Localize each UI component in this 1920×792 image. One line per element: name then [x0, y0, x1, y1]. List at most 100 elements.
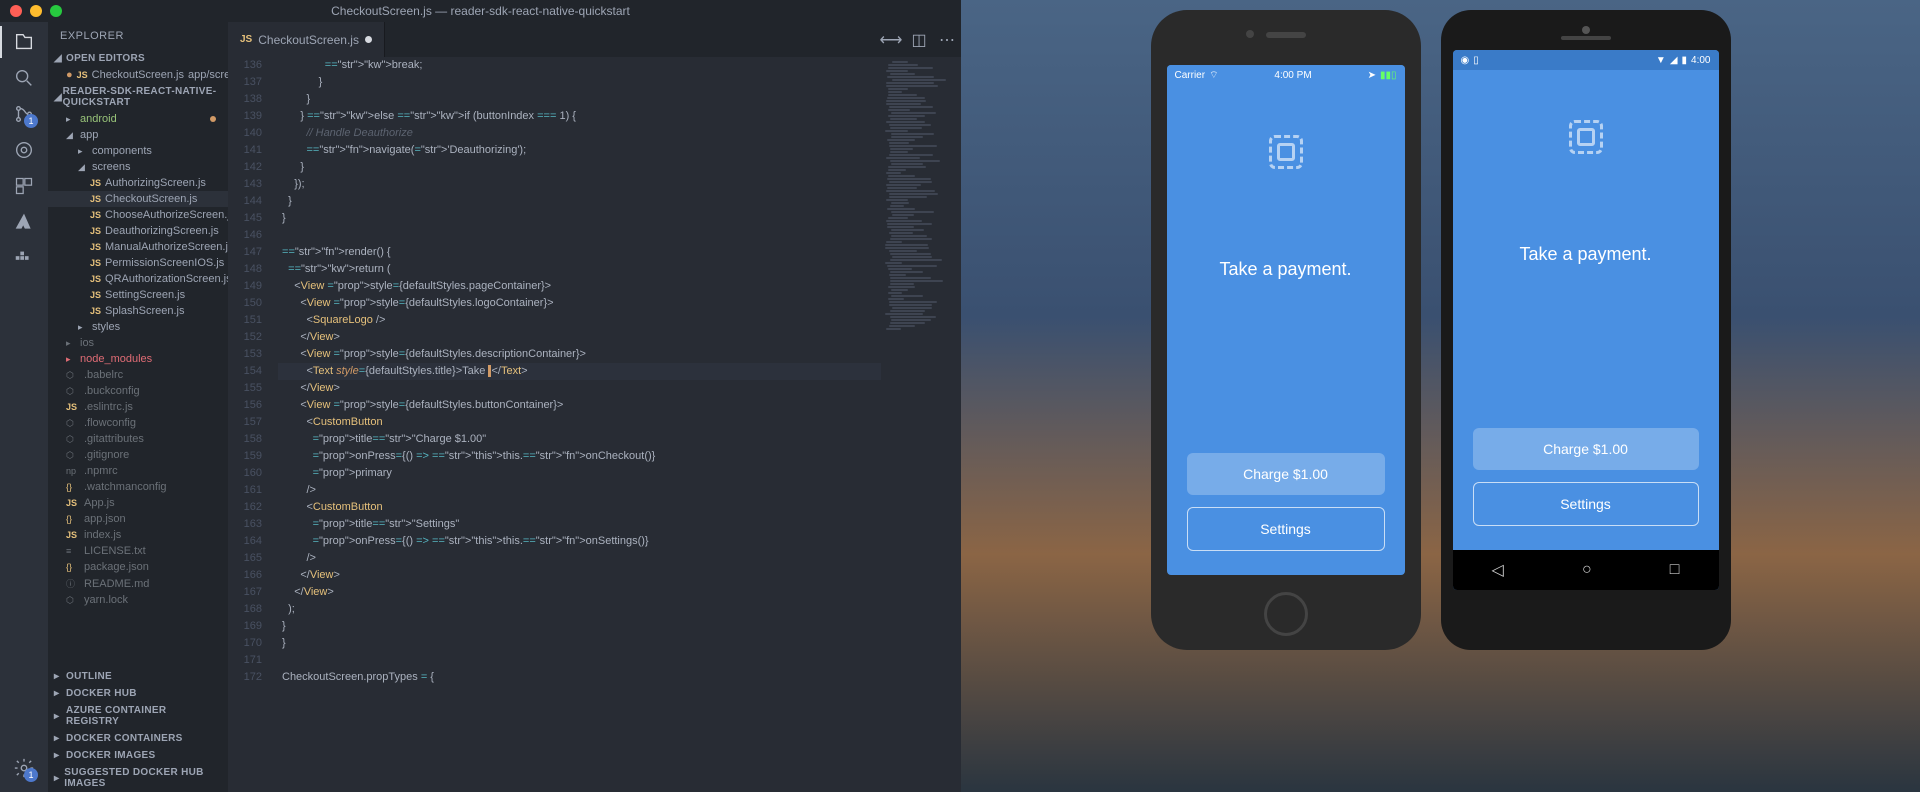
file-item[interactable]: ⬡yarn.lock — [48, 592, 228, 608]
folder-styles[interactable]: ▸styles — [48, 319, 228, 335]
activity-bar: 1 1 — [0, 22, 48, 792]
open-editor-item[interactable]: ●JSCheckoutScreen.js app/screens — [48, 67, 228, 83]
file-item[interactable]: ⬡.gitattributes — [48, 431, 228, 447]
debug-icon[interactable] — [12, 138, 36, 162]
file-item[interactable]: JSAuthorizingScreen.js — [48, 175, 228, 191]
location-icon: ➤ — [1368, 70, 1376, 81]
file-item[interactable]: JSindex.js — [48, 527, 228, 543]
folder-android[interactable]: ▸android — [48, 111, 228, 127]
android-home-icon[interactable]: ○ — [1582, 561, 1592, 579]
traffic-lights — [0, 5, 62, 17]
editor[interactable]: 1361371381391401411421431441451461471481… — [228, 57, 961, 792]
azure-icon[interactable] — [12, 210, 36, 234]
file-item[interactable]: {}package.json — [48, 559, 228, 575]
sidebar: EXPLORER ◢OPEN EDITORS ●JSCheckoutScreen… — [48, 22, 228, 792]
minimap[interactable] — [881, 57, 961, 792]
wifi-icon: ▼ — [1656, 55, 1666, 66]
titlebar: CheckoutScreen.js — reader-sdk-react-nat… — [0, 0, 961, 22]
close-icon[interactable] — [10, 5, 22, 17]
extensions-icon[interactable] — [12, 174, 36, 198]
file-item[interactable]: JSApp.js — [48, 495, 228, 511]
settings-gear-icon[interactable]: 1 — [12, 756, 36, 780]
folder-screens[interactable]: ◢screens — [48, 159, 228, 175]
wifi-icon: ⌔ — [1209, 69, 1218, 82]
ios-camera-icon — [1246, 30, 1254, 38]
explorer-icon[interactable] — [12, 30, 36, 54]
file-item[interactable]: np.npmrc — [48, 463, 228, 479]
file-item[interactable]: JSQRAuthorizationScreen.js — [48, 271, 228, 287]
file-item[interactable]: ⬡.gitignore — [48, 447, 228, 463]
file-item[interactable]: ⬡.buckconfig — [48, 383, 228, 399]
signal-icon: ◢ — [1670, 55, 1678, 66]
file-item[interactable]: JS.eslintrc.js — [48, 399, 228, 415]
charge-button[interactable]: Charge $1.00 — [1187, 453, 1385, 495]
ios-home-button[interactable] — [1264, 592, 1308, 636]
android-back-icon[interactable]: ◁ — [1492, 560, 1504, 580]
settings-button[interactable]: Settings — [1187, 507, 1385, 551]
open-preview-icon[interactable]: ⟷ — [877, 22, 905, 57]
folder-node-modules[interactable]: ▸node_modules — [48, 351, 228, 367]
ios-simulator: Carrier⌔ 4:00 PM ➤▮▮▯ Take a payment. Ch… — [1151, 10, 1421, 650]
debug-indicator-icon: ▯ — [1473, 55, 1479, 66]
tabs: JSCheckoutScreen.js ⟷ ◫ ⋯ — [228, 22, 961, 57]
android-status-bar: ◉▯ ▼◢▮4:00 — [1453, 50, 1719, 70]
search-icon[interactable] — [12, 66, 36, 90]
window-title: CheckoutScreen.js — reader-sdk-react-nat… — [331, 4, 630, 18]
notification-icon: ◉ — [1461, 55, 1470, 66]
file-item[interactable]: ⬡.babelrc — [48, 367, 228, 383]
docker-containers-header[interactable]: ▸DOCKER CONTAINERS — [48, 730, 228, 747]
source-control-icon[interactable]: 1 — [12, 102, 36, 126]
app-title: Take a payment. — [1219, 259, 1351, 453]
open-editors-header[interactable]: ◢OPEN EDITORS — [48, 50, 228, 67]
app-title: Take a payment. — [1519, 244, 1651, 428]
android-recents-icon[interactable]: □ — [1670, 561, 1680, 579]
folder-components[interactable]: ▸components — [48, 143, 228, 159]
project-header[interactable]: ◢READER-SDK-REACT-NATIVE-QUICKSTART — [48, 83, 228, 111]
charge-button[interactable]: Charge $1.00 — [1473, 428, 1699, 470]
split-editor-icon[interactable]: ◫ — [905, 22, 933, 57]
file-item[interactable]: JSPermissionScreenIOS.js — [48, 255, 228, 271]
settings-badge: 1 — [24, 768, 38, 782]
file-item[interactable]: ⓘREADME.md — [48, 575, 228, 592]
simulator-area: Carrier⌔ 4:00 PM ➤▮▮▯ Take a payment. Ch… — [961, 0, 1920, 792]
file-item[interactable]: ≡LICENSE.txt — [48, 543, 228, 559]
file-item[interactable]: JSCheckoutScreen.js — [48, 191, 228, 207]
azure-header[interactable]: ▸AZURE CONTAINER REGISTRY — [48, 702, 228, 730]
vscode-window: CheckoutScreen.js — reader-sdk-react-nat… — [0, 0, 961, 792]
docker-icon[interactable] — [12, 246, 36, 270]
ios-time: 4:00 PM — [1274, 70, 1311, 81]
file-item[interactable]: JSChooseAuthorizeScreen.js — [48, 207, 228, 223]
minimize-icon[interactable] — [30, 5, 42, 17]
scm-badge: 1 — [24, 114, 38, 128]
editor-area: JSCheckoutScreen.js ⟷ ◫ ⋯ 13613713813914… — [228, 22, 961, 792]
maximize-icon[interactable] — [50, 5, 62, 17]
file-item[interactable]: {}app.json — [48, 511, 228, 527]
file-item[interactable]: ⬡.flowconfig — [48, 415, 228, 431]
ios-screen[interactable]: Carrier⌔ 4:00 PM ➤▮▮▯ Take a payment. Ch… — [1167, 65, 1405, 575]
ios-status-bar: Carrier⌔ 4:00 PM ➤▮▮▯ — [1167, 65, 1405, 85]
file-item[interactable]: JSDeauthorizingScreen.js — [48, 223, 228, 239]
code-content[interactable]: =="str">"kw">break; } } } =="str">"kw">e… — [278, 57, 881, 792]
outline-header[interactable]: ▸OUTLINE — [48, 668, 228, 685]
file-item[interactable]: {}.watchmanconfig — [48, 479, 228, 495]
folder-app[interactable]: ◢app — [48, 127, 228, 143]
file-item[interactable]: JSManualAuthorizeScreen.js — [48, 239, 228, 255]
android-speaker-icon — [1561, 36, 1611, 40]
docker-images-header[interactable]: ▸DOCKER IMAGES — [48, 747, 228, 764]
android-camera-icon — [1582, 26, 1590, 34]
settings-button[interactable]: Settings — [1473, 482, 1699, 526]
square-logo-icon — [1269, 135, 1303, 169]
suggested-header[interactable]: ▸SUGGESTED DOCKER HUB IMAGES — [48, 764, 228, 792]
modified-dot-icon — [365, 36, 372, 43]
battery-icon: ▮ — [1682, 55, 1688, 66]
sidebar-title: EXPLORER — [48, 22, 228, 50]
file-item[interactable]: JSSplashScreen.js — [48, 303, 228, 319]
docker-hub-header[interactable]: ▸DOCKER HUB — [48, 685, 228, 702]
android-emulator: ◉▯ ▼◢▮4:00 Take a payment. Charge $1.00 … — [1441, 10, 1731, 650]
more-icon[interactable]: ⋯ — [933, 22, 961, 57]
android-screen[interactable]: ◉▯ ▼◢▮4:00 Take a payment. Charge $1.00 … — [1453, 50, 1719, 590]
folder-ios[interactable]: ▸ios — [48, 335, 228, 351]
file-item[interactable]: JSSettingScreen.js — [48, 287, 228, 303]
tab-checkout[interactable]: JSCheckoutScreen.js — [228, 22, 385, 57]
ios-speaker-icon — [1266, 32, 1306, 38]
